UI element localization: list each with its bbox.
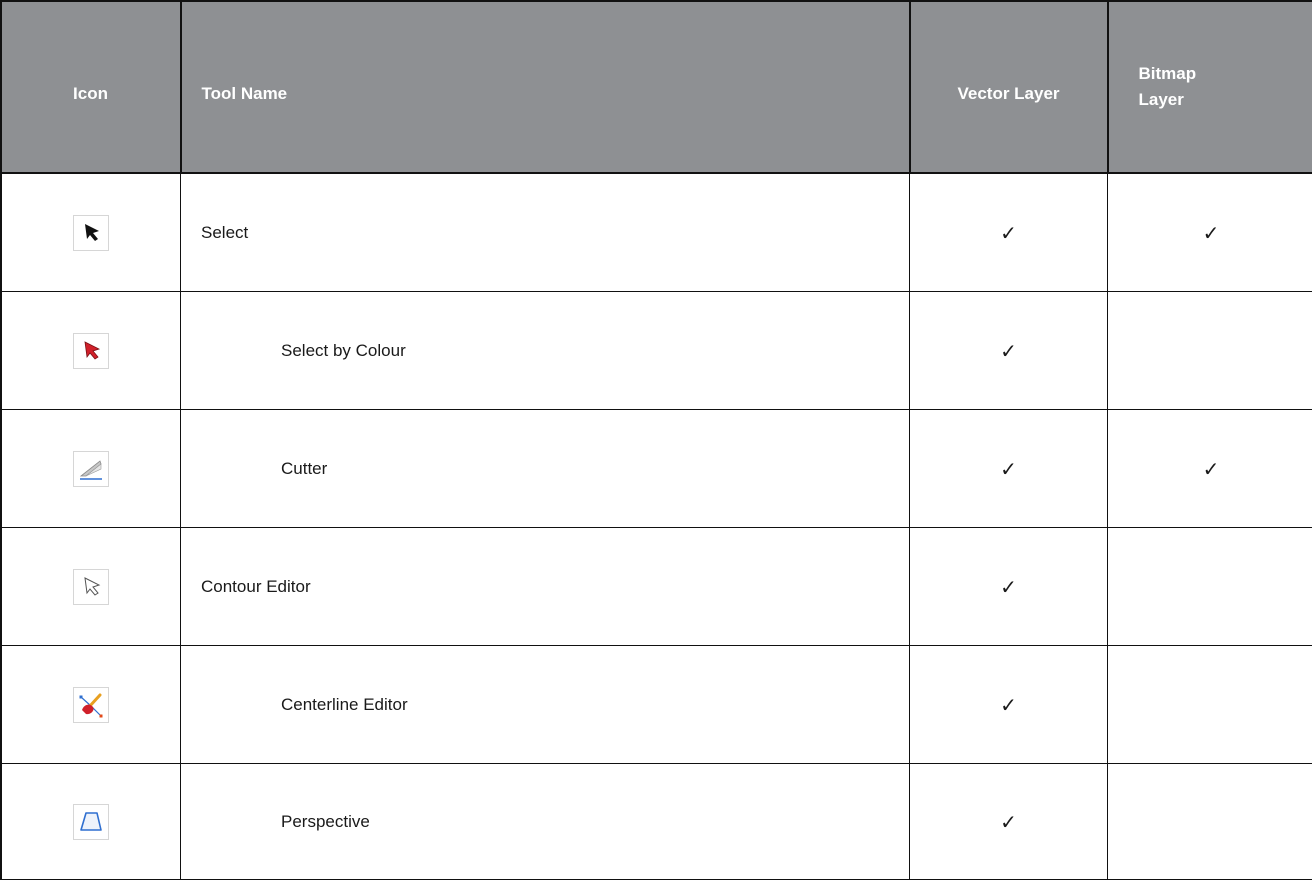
vector-layer-check: ✓ xyxy=(910,764,1108,880)
bitmap-layer-check: ✓ xyxy=(1108,410,1312,528)
vector-layer-check: ✓ xyxy=(910,528,1108,646)
perspective-icon xyxy=(73,804,109,840)
vector-layer-check: ✓ xyxy=(910,292,1108,410)
tools-table: Icon Tool Name Vector Layer Bitmap Layer… xyxy=(0,0,1312,880)
contour-editor-icon xyxy=(73,569,109,605)
bitmap-layer-check xyxy=(1108,764,1312,880)
vector-layer-check: ✓ xyxy=(910,173,1108,292)
select-arrow-icon xyxy=(73,215,109,251)
vector-layer-check: ✓ xyxy=(910,646,1108,764)
tool-name-cell: Select xyxy=(181,173,910,292)
bitmap-layer-check xyxy=(1108,528,1312,646)
icon-cell xyxy=(1,292,181,410)
tool-name-cell: Centerline Editor xyxy=(181,646,910,764)
centerline-editor-icon xyxy=(73,687,109,723)
select-by-colour-icon xyxy=(73,333,109,369)
table-row: Perspective ✓ xyxy=(1,764,1312,880)
tool-name-cell: Contour Editor xyxy=(181,528,910,646)
tool-name-cell: Select by Colour xyxy=(181,292,910,410)
column-header-tool-name: Tool Name xyxy=(181,1,910,174)
bitmap-header-line2: Layer xyxy=(1139,87,1312,113)
header-row: Icon Tool Name Vector Layer Bitmap Layer xyxy=(1,1,1312,174)
bitmap-layer-check xyxy=(1108,646,1312,764)
table-row: Cutter ✓ ✓ xyxy=(1,410,1312,528)
table-row: Select by Colour ✓ xyxy=(1,292,1312,410)
cutter-icon xyxy=(73,451,109,487)
vector-layer-check: ✓ xyxy=(910,410,1108,528)
table-row: Contour Editor ✓ xyxy=(1,528,1312,646)
column-header-bitmap-layer: Bitmap Layer xyxy=(1108,1,1312,174)
icon-cell xyxy=(1,646,181,764)
icon-cell xyxy=(1,764,181,880)
bitmap-layer-check xyxy=(1108,292,1312,410)
column-header-icon: Icon xyxy=(1,1,181,174)
table-row: Select ✓ ✓ xyxy=(1,173,1312,292)
column-header-vector-layer: Vector Layer xyxy=(910,1,1108,174)
bitmap-header-line1: Bitmap xyxy=(1139,61,1312,87)
icon-cell xyxy=(1,528,181,646)
bitmap-layer-check: ✓ xyxy=(1108,173,1312,292)
table-row: Centerline Editor ✓ xyxy=(1,646,1312,764)
icon-cell xyxy=(1,410,181,528)
tool-name-cell: Cutter xyxy=(181,410,910,528)
tool-name-cell: Perspective xyxy=(181,764,910,880)
icon-cell xyxy=(1,173,181,292)
